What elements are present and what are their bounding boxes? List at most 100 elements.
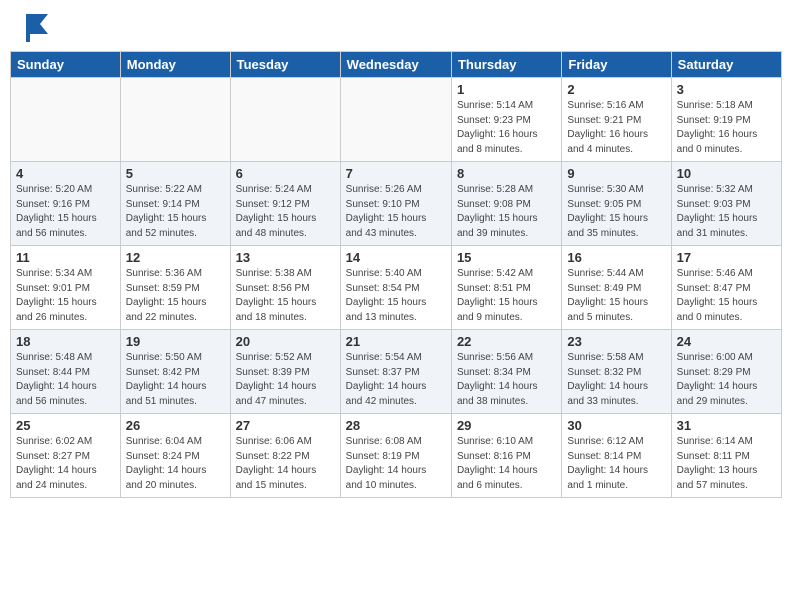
day-cell bbox=[230, 78, 340, 162]
day-info: Sunrise: 5:26 AM Sunset: 9:10 PM Dayligh… bbox=[346, 183, 446, 241]
day-cell: 6 Sunrise: 5:24 AM Sunset: 9:12 PM Daylig… bbox=[230, 162, 340, 246]
day-number: 18 bbox=[16, 334, 115, 349]
weekday-header-monday: Monday bbox=[120, 52, 230, 78]
day-cell: 8 Sunrise: 5:28 AM Sunset: 9:08 PM Daylig… bbox=[451, 162, 561, 246]
calendar-week-row: 25 Sunrise: 6:02 AM Sunset: 8:27 PM Dayli… bbox=[11, 414, 782, 498]
day-number: 13 bbox=[236, 250, 335, 265]
day-cell: 3Sunrise: 5:18 AM Sunset: 9:19 PM Daylig… bbox=[671, 78, 781, 162]
day-info: Sunrise: 5:46 AM Sunset: 8:47 PM Dayligh… bbox=[677, 267, 776, 325]
day-info: Sunrise: 6:08 AM Sunset: 8:19 PM Dayligh… bbox=[346, 435, 446, 493]
day-cell: 15 Sunrise: 5:42 AM Sunset: 8:51 PM Dayli… bbox=[451, 246, 561, 330]
day-cell bbox=[120, 78, 230, 162]
day-number: 19 bbox=[126, 334, 225, 349]
day-number: 29 bbox=[457, 418, 556, 433]
day-number: 20 bbox=[236, 334, 335, 349]
day-cell: 30 Sunrise: 6:12 AM Sunset: 8:14 PM Dayli… bbox=[562, 414, 671, 498]
day-info: Sunrise: 5:22 AM Sunset: 9:14 PM Dayligh… bbox=[126, 183, 225, 241]
day-cell: 12 Sunrise: 5:36 AM Sunset: 8:59 PM Dayli… bbox=[120, 246, 230, 330]
day-cell: 29 Sunrise: 6:10 AM Sunset: 8:16 PM Dayli… bbox=[451, 414, 561, 498]
day-number: 31 bbox=[677, 418, 776, 433]
day-cell: 16 Sunrise: 5:44 AM Sunset: 8:49 PM Dayli… bbox=[562, 246, 671, 330]
day-number: 16 bbox=[567, 250, 665, 265]
day-cell: 14 Sunrise: 5:40 AM Sunset: 8:54 PM Dayli… bbox=[340, 246, 451, 330]
day-number: 26 bbox=[126, 418, 225, 433]
day-number: 4 bbox=[16, 166, 115, 181]
weekday-header-sunday: Sunday bbox=[11, 52, 121, 78]
day-info: Sunrise: 5:58 AM Sunset: 8:32 PM Dayligh… bbox=[567, 351, 665, 409]
day-number: 15 bbox=[457, 250, 556, 265]
day-number: 9 bbox=[567, 166, 665, 181]
day-info: Sunrise: 5:28 AM Sunset: 9:08 PM Dayligh… bbox=[457, 183, 556, 241]
weekday-header-friday: Friday bbox=[562, 52, 671, 78]
calendar-week-row: 4 Sunrise: 5:20 AM Sunset: 9:16 PM Daylig… bbox=[11, 162, 782, 246]
logo bbox=[20, 10, 56, 46]
day-number: 22 bbox=[457, 334, 556, 349]
day-info: Sunrise: 6:10 AM Sunset: 8:16 PM Dayligh… bbox=[457, 435, 556, 493]
day-info: Sunrise: 5:16 AM Sunset: 9:21 PM Dayligh… bbox=[567, 99, 665, 157]
day-number: 5 bbox=[126, 166, 225, 181]
day-info: Sunrise: 6:12 AM Sunset: 8:14 PM Dayligh… bbox=[567, 435, 665, 493]
weekday-header-saturday: Saturday bbox=[671, 52, 781, 78]
day-cell bbox=[340, 78, 451, 162]
day-info: Sunrise: 6:14 AM Sunset: 8:11 PM Dayligh… bbox=[677, 435, 776, 493]
day-info: Sunrise: 5:30 AM Sunset: 9:05 PM Dayligh… bbox=[567, 183, 665, 241]
day-number: 2 bbox=[567, 82, 665, 97]
weekday-header-thursday: Thursday bbox=[451, 52, 561, 78]
day-info: Sunrise: 5:24 AM Sunset: 9:12 PM Dayligh… bbox=[236, 183, 335, 241]
day-number: 25 bbox=[16, 418, 115, 433]
day-info: Sunrise: 5:50 AM Sunset: 8:42 PM Dayligh… bbox=[126, 351, 225, 409]
weekday-header-row: SundayMondayTuesdayWednesdayThursdayFrid… bbox=[11, 52, 782, 78]
day-number: 28 bbox=[346, 418, 446, 433]
day-cell: 28 Sunrise: 6:08 AM Sunset: 8:19 PM Dayli… bbox=[340, 414, 451, 498]
logo-icon bbox=[20, 10, 52, 46]
day-number: 8 bbox=[457, 166, 556, 181]
day-cell: 24Sunrise: 6:00 AM Sunset: 8:29 PM Dayli… bbox=[671, 330, 781, 414]
day-info: Sunrise: 5:36 AM Sunset: 8:59 PM Dayligh… bbox=[126, 267, 225, 325]
day-number: 17 bbox=[677, 250, 776, 265]
day-cell: 27Sunrise: 6:06 AM Sunset: 8:22 PM Dayli… bbox=[230, 414, 340, 498]
day-number: 11 bbox=[16, 250, 115, 265]
day-info: Sunrise: 6:00 AM Sunset: 8:29 PM Dayligh… bbox=[677, 351, 776, 409]
day-number: 23 bbox=[567, 334, 665, 349]
day-cell: 2 Sunrise: 5:16 AM Sunset: 9:21 PM Daylig… bbox=[562, 78, 671, 162]
calendar-week-row: 1Sunrise: 5:14 AM Sunset: 9:23 PM Daylig… bbox=[11, 78, 782, 162]
day-info: Sunrise: 5:34 AM Sunset: 9:01 PM Dayligh… bbox=[16, 267, 115, 325]
day-info: Sunrise: 6:02 AM Sunset: 8:27 PM Dayligh… bbox=[16, 435, 115, 493]
day-cell: 11 Sunrise: 5:34 AM Sunset: 9:01 PM Dayli… bbox=[11, 246, 121, 330]
day-cell: 1Sunrise: 5:14 AM Sunset: 9:23 PM Daylig… bbox=[451, 78, 561, 162]
day-number: 12 bbox=[126, 250, 225, 265]
day-cell: 19 Sunrise: 5:50 AM Sunset: 8:42 PM Dayli… bbox=[120, 330, 230, 414]
day-info: Sunrise: 5:38 AM Sunset: 8:56 PM Dayligh… bbox=[236, 267, 335, 325]
calendar-week-row: 18 Sunrise: 5:48 AM Sunset: 8:44 PM Dayli… bbox=[11, 330, 782, 414]
day-info: Sunrise: 5:44 AM Sunset: 8:49 PM Dayligh… bbox=[567, 267, 665, 325]
day-number: 30 bbox=[567, 418, 665, 433]
day-info: Sunrise: 5:14 AM Sunset: 9:23 PM Dayligh… bbox=[457, 99, 556, 157]
day-number: 10 bbox=[677, 166, 776, 181]
page-container: SundayMondayTuesdayWednesdayThursdayFrid… bbox=[0, 0, 792, 612]
day-cell: 7Sunrise: 5:26 AM Sunset: 9:10 PM Daylig… bbox=[340, 162, 451, 246]
day-cell: 26Sunrise: 6:04 AM Sunset: 8:24 PM Dayli… bbox=[120, 414, 230, 498]
day-info: Sunrise: 5:54 AM Sunset: 8:37 PM Dayligh… bbox=[346, 351, 446, 409]
day-number: 6 bbox=[236, 166, 335, 181]
day-cell: 18 Sunrise: 5:48 AM Sunset: 8:44 PM Dayli… bbox=[11, 330, 121, 414]
day-info: Sunrise: 5:20 AM Sunset: 9:16 PM Dayligh… bbox=[16, 183, 115, 241]
day-cell: 4 Sunrise: 5:20 AM Sunset: 9:16 PM Daylig… bbox=[11, 162, 121, 246]
day-cell: 31 Sunrise: 6:14 AM Sunset: 8:11 PM Dayli… bbox=[671, 414, 781, 498]
day-info: Sunrise: 5:56 AM Sunset: 8:34 PM Dayligh… bbox=[457, 351, 556, 409]
day-cell: 23 Sunrise: 5:58 AM Sunset: 8:32 PM Dayli… bbox=[562, 330, 671, 414]
weekday-header-tuesday: Tuesday bbox=[230, 52, 340, 78]
day-cell bbox=[11, 78, 121, 162]
day-number: 14 bbox=[346, 250, 446, 265]
day-info: Sunrise: 6:06 AM Sunset: 8:22 PM Dayligh… bbox=[236, 435, 335, 493]
day-cell: 25 Sunrise: 6:02 AM Sunset: 8:27 PM Dayli… bbox=[11, 414, 121, 498]
day-cell: 10Sunrise: 5:32 AM Sunset: 9:03 PM Dayli… bbox=[671, 162, 781, 246]
calendar-table: SundayMondayTuesdayWednesdayThursdayFrid… bbox=[10, 51, 782, 498]
day-number: 21 bbox=[346, 334, 446, 349]
day-cell: 5 Sunrise: 5:22 AM Sunset: 9:14 PM Daylig… bbox=[120, 162, 230, 246]
weekday-header-wednesday: Wednesday bbox=[340, 52, 451, 78]
day-info: Sunrise: 5:42 AM Sunset: 8:51 PM Dayligh… bbox=[457, 267, 556, 325]
day-info: Sunrise: 5:48 AM Sunset: 8:44 PM Dayligh… bbox=[16, 351, 115, 409]
day-info: Sunrise: 5:40 AM Sunset: 8:54 PM Dayligh… bbox=[346, 267, 446, 325]
header bbox=[0, 0, 792, 51]
day-info: Sunrise: 5:18 AM Sunset: 9:19 PM Dayligh… bbox=[677, 99, 776, 157]
